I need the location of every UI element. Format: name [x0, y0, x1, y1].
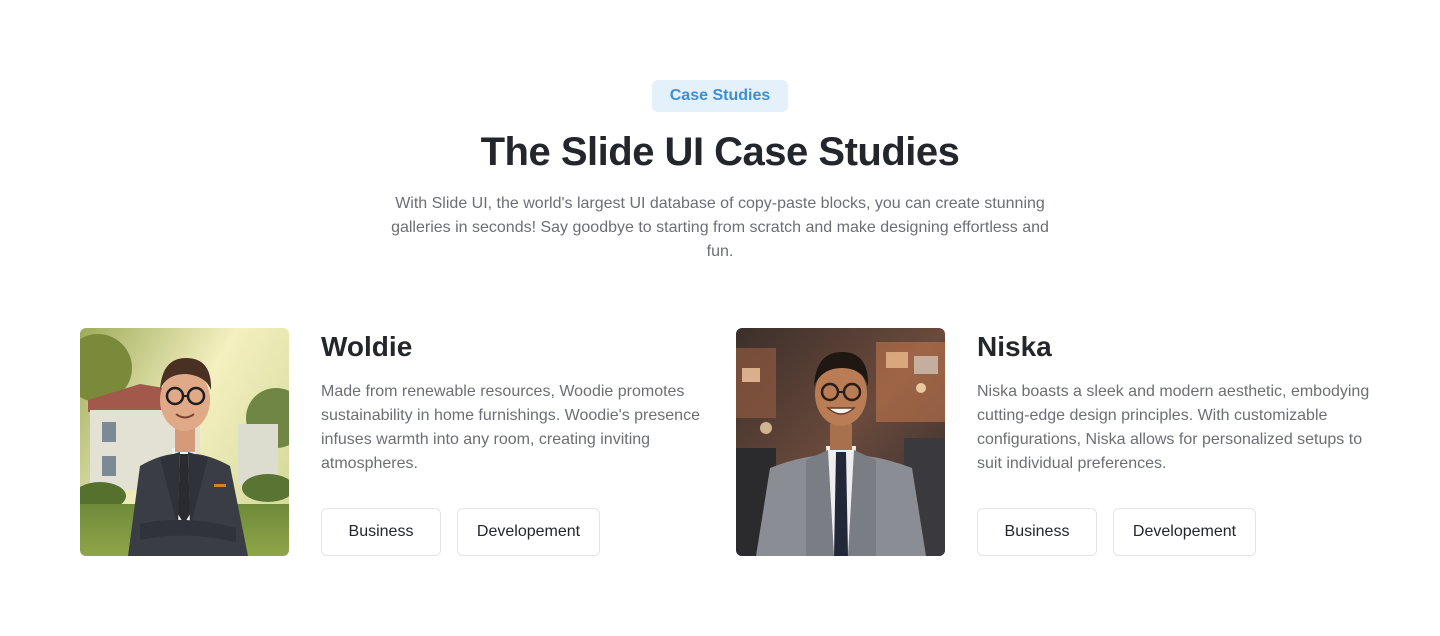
niska-photo: [736, 328, 945, 556]
section-subtitle: With Slide UI, the world's largest UI da…: [391, 195, 1049, 260]
case-study-description: Niska boasts a sleek and modern aestheti…: [977, 383, 1370, 472]
tag-business-button[interactable]: Business: [977, 508, 1097, 556]
tag-list: Business Developement: [321, 508, 600, 556]
woldie-photo: [80, 328, 289, 556]
tag-business-button[interactable]: Business: [321, 508, 441, 556]
case-study-name: Niska: [977, 331, 1052, 362]
case-study-card-woldie: Woldie Made from renewable resources, Wo…: [80, 328, 720, 556]
tag-development-button[interactable]: Developement: [1113, 508, 1256, 556]
tag-list: Business Developement: [977, 508, 1256, 556]
tag-development-button[interactable]: Developement: [457, 508, 600, 556]
case-studies-badge: Case Studies: [652, 80, 788, 112]
section-title: The Slide UI Case Studies: [480, 130, 960, 174]
case-study-card-niska: Niska Niska boasts a sleek and modern ae…: [736, 328, 1376, 556]
case-study-name: Woldie: [321, 331, 413, 362]
case-study-description: Made from renewable resources, Woodie pr…: [321, 383, 700, 472]
